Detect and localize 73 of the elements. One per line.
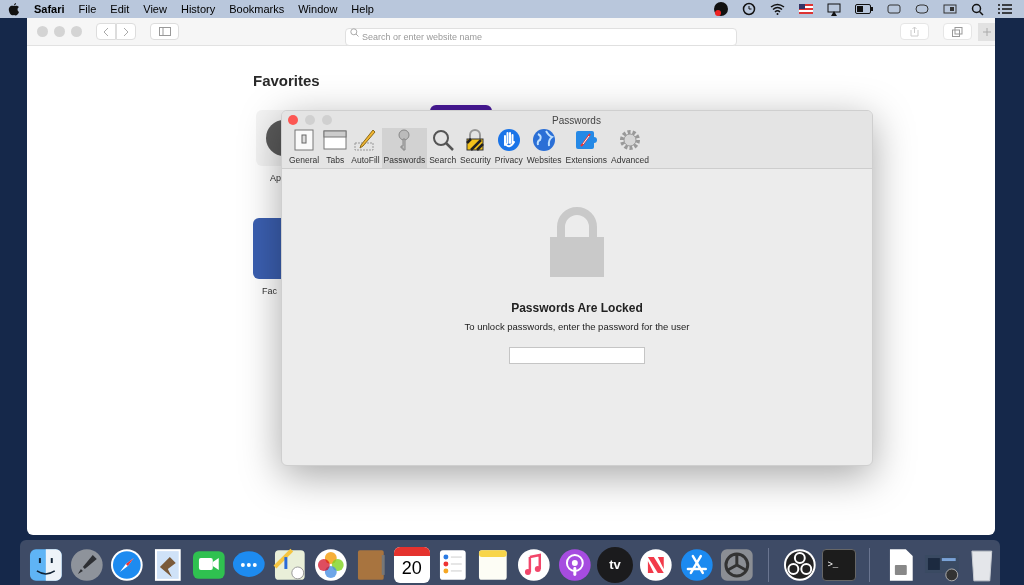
tv-app-label: tv (609, 556, 621, 575)
status-icon[interactable] (943, 4, 957, 14)
compass-icon[interactable] (109, 547, 145, 583)
status-icon[interactable] (915, 4, 929, 14)
finder-icon[interactable] (28, 547, 64, 583)
window-title: Passwords (552, 114, 601, 128)
share-icon (910, 26, 919, 37)
tv-app-icon[interactable]: tv (597, 547, 633, 583)
padlock-icon (548, 207, 606, 277)
search-icon (430, 128, 455, 153)
sidebar-button[interactable] (150, 23, 179, 40)
preferences-tab[interactable]: General (287, 128, 322, 168)
menu-item[interactable]: Window (298, 0, 338, 18)
chevron-right-icon (123, 26, 129, 37)
menu-item[interactable]: File (78, 0, 97, 18)
tabs-icon (952, 26, 963, 37)
menu-item[interactable]: View (143, 0, 167, 18)
favorite-tile[interactable] (253, 218, 281, 279)
favorite-label[interactable]: Fac (253, 285, 277, 299)
terminal-icon[interactable]: >_ (822, 549, 857, 581)
list-icon[interactable] (998, 3, 1012, 15)
wifi-icon[interactable] (770, 3, 785, 15)
favorites-heading: Favorites (253, 71, 321, 91)
preferences-tab[interactable]: Passwords (381, 128, 428, 168)
gear-icon (618, 128, 642, 153)
flag-icon[interactable] (799, 4, 813, 14)
calendar-icon[interactable]: 20 (393, 547, 430, 583)
address-field[interactable]: Search or enter website name (345, 27, 737, 46)
airplay-icon[interactable] (827, 2, 841, 16)
password-field[interactable] (509, 347, 645, 364)
preferences-tab[interactable]: Security (458, 128, 493, 168)
recorder-icon[interactable] (781, 547, 818, 583)
plus-icon (982, 27, 991, 36)
preferences-tab[interactable]: Search (427, 128, 459, 168)
preferences-tab[interactable]: AutoFill (349, 128, 382, 168)
locked-message: To unlock passwords, enter the password for the user (463, 321, 691, 333)
menu-item[interactable]: Bookmarks (229, 0, 285, 18)
favorite-label[interactable]: Ap (256, 172, 281, 186)
dock-divider (767, 548, 769, 582)
terminal-prompt: >_ (827, 560, 839, 570)
menu-item[interactable]: History (180, 0, 216, 18)
dock-divider (869, 548, 871, 582)
gear-icon[interactable] (719, 547, 755, 583)
search-icon[interactable] (971, 2, 984, 16)
tabs-overview-button[interactable] (943, 23, 972, 40)
podcast-icon[interactable] (556, 547, 593, 583)
app-store-icon[interactable] (678, 547, 715, 583)
record-icon[interactable] (714, 2, 728, 16)
search-icon (350, 27, 359, 37)
tabs-icon (323, 128, 348, 153)
preferences-tab[interactable]: Tabs (321, 128, 350, 168)
chevron-left-icon (103, 26, 109, 37)
pencil-icon (353, 128, 378, 153)
app-menu[interactable]: Safari (34, 0, 65, 18)
battery-icon[interactable] (855, 4, 873, 14)
preferences-tab[interactable]: Privacy (492, 128, 525, 168)
switch-icon (292, 128, 317, 153)
music-note-icon[interactable] (515, 547, 552, 583)
status-icon[interactable] (887, 4, 901, 14)
apple-icon[interactable] (8, 2, 20, 16)
hand-icon (496, 128, 521, 153)
menu-item[interactable]: Edit (110, 0, 130, 18)
map-icon[interactable] (271, 547, 308, 583)
sidebar-icon (158, 27, 171, 36)
clock-icon[interactable] (742, 2, 756, 16)
flower-icon[interactable] (312, 547, 349, 583)
preferences-tab[interactable]: Advanced (609, 128, 651, 168)
preferences-tab[interactable]: Extensions (563, 128, 610, 168)
calendar-date: 20 (400, 557, 423, 580)
locked-title: Passwords Are Locked (511, 300, 643, 317)
preferences-tab[interactable]: Websites (524, 128, 564, 168)
news-icon[interactable] (637, 547, 674, 583)
menu-item[interactable]: Help (351, 0, 374, 18)
